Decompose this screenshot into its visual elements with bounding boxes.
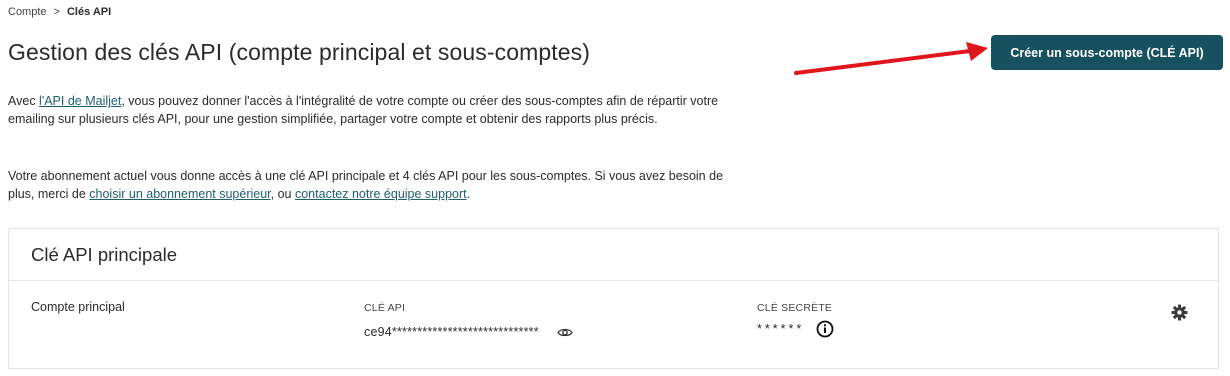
intro-paragraph-1: Avec l'API de Mailjet, vous pouvez donne…: [8, 92, 743, 128]
info-icon[interactable]: [816, 320, 834, 338]
card-body: Compte principal CLÉ API ce94***********…: [9, 281, 1218, 369]
secret-key-value: ******: [757, 322, 805, 336]
eye-icon[interactable]: [557, 327, 573, 338]
secret-key-value-row: ******: [757, 320, 834, 338]
intro-text: .: [466, 187, 471, 201]
breadcrumb-separator: >: [53, 6, 60, 18]
api-key-label: CLÉ API: [364, 302, 406, 314]
card-title: Clé API principale: [31, 243, 178, 265]
breadcrumb-compte-link[interactable]: Compte: [8, 6, 47, 18]
page-title: Gestion des clés API (compte principal e…: [8, 39, 591, 65]
upgrade-plan-link[interactable]: choisir un abonnement supérieur: [89, 187, 270, 201]
api-key-value-row: ce94*****************************: [364, 325, 573, 339]
contact-support-link[interactable]: contactez notre équipe support: [295, 187, 467, 201]
mailjet-api-link[interactable]: l'API de Mailjet: [39, 94, 121, 108]
create-subaccount-button[interactable]: Créer un sous-compte (CLÉ API): [991, 35, 1223, 70]
breadcrumb: Compte > Clés API: [8, 6, 111, 18]
intro-text: Avec: [8, 94, 40, 108]
breadcrumb-current: Clés API: [66, 6, 112, 18]
main-api-key-card: Clé API principale Compte principal CLÉ …: [8, 228, 1219, 369]
intro-paragraph-2: Votre abonnement actuel vous donne accès…: [8, 167, 743, 203]
secret-key-label: CLÉ SECRÈTE: [757, 302, 833, 314]
gear-icon[interactable]: [1171, 304, 1188, 321]
api-key-value: ce94*****************************: [364, 325, 539, 339]
intro-text: , ou: [270, 187, 295, 201]
card-header: Clé API principale: [9, 229, 1218, 281]
account-name: Compte principal: [31, 300, 125, 314]
annotation-arrow: [794, 42, 988, 75]
